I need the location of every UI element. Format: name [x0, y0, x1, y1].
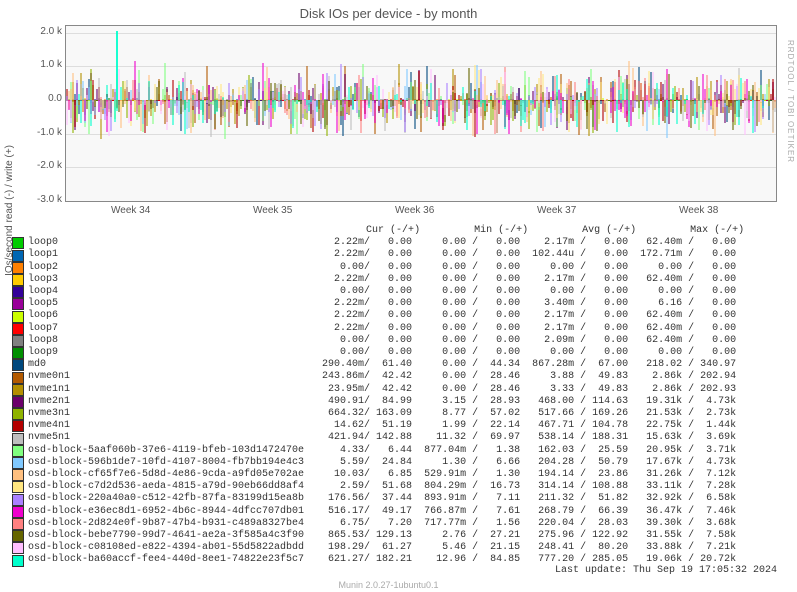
legend-row: md0 290.40m/ 61.40 0.00 / 44.34 867.28m …	[12, 359, 744, 371]
legend-text: osd-block-2d824e0f-9b87-47b4-b931-c489a8…	[28, 518, 736, 530]
legend-text: osd-block-cf65f7e6-5d8d-4e86-9cda-a9fd05…	[28, 469, 736, 481]
legend-text: loop8 0.00/ 0.00 0.00 / 0.00 2.09m / 0.0…	[28, 335, 736, 347]
legend-swatch	[12, 372, 24, 384]
legend-swatch	[12, 347, 24, 359]
legend-row: nvme4n1 14.62/ 51.19 1.99 / 22.14 467.71…	[12, 420, 744, 432]
y-tick: 2.0 k	[17, 26, 62, 37]
legend-text: osd-block-bebe7790-99d7-4641-ae2a-3f585a…	[28, 530, 736, 542]
legend-swatch	[12, 335, 24, 347]
legend-swatch	[12, 530, 24, 542]
legend-row: nvme3n1 664.32/ 163.09 8.77 / 57.02 517.…	[12, 408, 744, 420]
legend-row: loop7 2.22m/ 0.00 0.00 / 0.00 2.17m / 0.…	[12, 323, 744, 335]
legend-swatch	[12, 481, 24, 493]
y-tick: -1.0 k	[17, 127, 62, 138]
legend-swatch	[12, 457, 24, 469]
legend-text: nvme1n1 23.95m/ 42.42 0.00 / 28.46 3.33 …	[28, 384, 736, 396]
x-tick: Week 34	[111, 205, 150, 216]
legend-text: nvme3n1 664.32/ 163.09 8.77 / 57.02 517.…	[28, 408, 736, 420]
legend-text: loop4 0.00/ 0.00 0.00 / 0.00 0.00 / 0.00…	[28, 286, 736, 298]
legend-text: nvme2n1 490.91/ 84.99 3.15 / 28.93 468.0…	[28, 396, 736, 408]
legend-row: osd-block-220a40a0-c512-42fb-87fa-83199d…	[12, 493, 744, 505]
legend-table: Cur (-/+) Min (-/+) Avg (-/+) Max (-/+) …	[12, 225, 744, 567]
last-update: Last update: Thu Sep 19 17:05:32 2024	[555, 565, 777, 576]
y-tick: 0.0	[17, 93, 62, 104]
legend-text: nvme0n1 243.86m/ 42.42 0.00 / 28.46 3.88…	[28, 371, 736, 383]
legend-row: loop1 2.22m/ 0.00 0.00 / 0.00 102.44u / …	[12, 249, 744, 261]
legend-swatch	[12, 311, 24, 323]
legend-swatch	[12, 396, 24, 408]
legend-row: osd-block-cf65f7e6-5d8d-4e86-9cda-a9fd05…	[12, 469, 744, 481]
y-tick: 1.0 k	[17, 59, 62, 70]
legend-text: osd-block-e36ec8d1-6952-4b6c-8944-4dfcc7…	[28, 506, 736, 518]
legend-text: loop6 2.22m/ 0.00 0.00 / 0.00 2.17m / 0.…	[28, 310, 736, 322]
y-tick: -3.0 k	[17, 194, 62, 205]
y-tick: -2.0 k	[17, 160, 62, 171]
legend-text: loop2 0.00/ 0.00 0.00 / 0.00 0.00 / 0.00…	[28, 262, 736, 274]
legend-text: osd-block-220a40a0-c512-42fb-87fa-83199d…	[28, 493, 736, 505]
legend-row: loop6 2.22m/ 0.00 0.00 / 0.00 2.17m / 0.…	[12, 310, 744, 322]
footer-version: Munin 2.0.27-1ubuntu0.1	[0, 580, 777, 590]
legend-row: nvme1n1 23.95m/ 42.42 0.00 / 28.46 3.33 …	[12, 384, 744, 396]
legend-swatch	[12, 408, 24, 420]
legend-text: loop5 2.22m/ 0.00 0.00 / 0.00 3.40m / 0.…	[28, 298, 736, 310]
legend-text: loop7 2.22m/ 0.00 0.00 / 0.00 2.17m / 0.…	[28, 323, 736, 335]
legend-swatch	[12, 323, 24, 335]
legend-swatch	[12, 542, 24, 554]
legend-swatch	[12, 433, 24, 445]
legend-text: osd-block-c08108ed-e822-4394-ab01-55d582…	[28, 542, 736, 554]
rrdtool-label: RRDTOOL / TOBI OETIKER	[786, 40, 795, 163]
legend-swatch	[12, 384, 24, 396]
legend-row: loop4 0.00/ 0.00 0.00 / 0.00 0.00 / 0.00…	[12, 286, 744, 298]
legend-row: nvme0n1 243.86m/ 42.42 0.00 / 28.46 3.88…	[12, 371, 744, 383]
x-tick: Week 35	[253, 205, 292, 216]
x-tick: Week 36	[395, 205, 434, 216]
legend-text: nvme4n1 14.62/ 51.19 1.99 / 22.14 467.71…	[28, 420, 736, 432]
legend-swatch	[12, 262, 24, 274]
legend-text: nvme5n1 421.94/ 142.88 11.32 / 69.97 538…	[28, 432, 736, 444]
legend-text: osd-block-5aaf060b-37e6-4119-bfeb-103d14…	[28, 445, 736, 457]
legend-swatch	[12, 555, 24, 567]
legend-row: loop8 0.00/ 0.00 0.00 / 0.00 2.09m / 0.0…	[12, 335, 744, 347]
legend-text: loop9 0.00/ 0.00 0.00 / 0.00 0.00 / 0.00…	[28, 347, 736, 359]
legend-row: loop3 2.22m/ 0.00 0.00 / 0.00 2.17m / 0.…	[12, 274, 744, 286]
legend-row: loop0 2.22m/ 0.00 0.00 / 0.00 2.17m / 0.…	[12, 237, 744, 249]
legend-swatch	[12, 494, 24, 506]
chart-title: Disk IOs per device - by month	[0, 6, 777, 21]
legend-swatch	[12, 237, 24, 249]
legend-row: nvme5n1 421.94/ 142.88 11.32 / 69.97 538…	[12, 432, 744, 444]
legend-text: md0 290.40m/ 61.40 0.00 / 44.34 867.28m …	[28, 359, 736, 371]
legend-text: osd-block-596b1de7-10fd-4107-8004-fb7bb1…	[28, 457, 736, 469]
legend-swatch	[12, 518, 24, 530]
legend-text: loop3 2.22m/ 0.00 0.00 / 0.00 2.17m / 0.…	[28, 274, 736, 286]
legend-text: loop1 2.22m/ 0.00 0.00 / 0.00 102.44u / …	[28, 249, 736, 261]
legend-row: loop9 0.00/ 0.00 0.00 / 0.00 0.00 / 0.00…	[12, 347, 744, 359]
legend-row: osd-block-e36ec8d1-6952-4b6c-8944-4dfcc7…	[12, 506, 744, 518]
legend-header: Cur (-/+) Min (-/+) Avg (-/+) Max (-/+)	[30, 225, 744, 237]
legend-swatch	[12, 359, 24, 371]
legend-row: osd-block-c08108ed-e822-4394-ab01-55d582…	[12, 542, 744, 554]
legend-swatch	[12, 274, 24, 286]
legend-row: loop5 2.22m/ 0.00 0.00 / 0.00 3.40m / 0.…	[12, 298, 744, 310]
legend-swatch	[12, 420, 24, 432]
legend-text: osd-block-c7d2d536-aeda-4815-a79d-90eb66…	[28, 481, 736, 493]
legend-swatch	[12, 286, 24, 298]
legend-swatch	[12, 469, 24, 481]
x-tick: Week 37	[537, 205, 576, 216]
legend-swatch	[12, 445, 24, 457]
legend-text: loop0 2.22m/ 0.00 0.00 / 0.00 2.17m / 0.…	[28, 237, 736, 249]
legend-row: osd-block-596b1de7-10fd-4107-8004-fb7bb1…	[12, 457, 744, 469]
legend-row: osd-block-c7d2d536-aeda-4815-a79d-90eb66…	[12, 481, 744, 493]
legend-row: osd-block-bebe7790-99d7-4641-ae2a-3f585a…	[12, 530, 744, 542]
legend-swatch	[12, 250, 24, 262]
legend-swatch	[12, 506, 24, 518]
x-tick: Week 38	[679, 205, 718, 216]
legend-row: nvme2n1 490.91/ 84.99 3.15 / 28.93 468.0…	[12, 396, 744, 408]
chart-plot-area	[65, 25, 777, 202]
legend-row: osd-block-5aaf060b-37e6-4119-bfeb-103d14…	[12, 445, 744, 457]
legend-row: osd-block-2d824e0f-9b87-47b4-b931-c489a8…	[12, 518, 744, 530]
legend-swatch	[12, 298, 24, 310]
legend-row: loop2 0.00/ 0.00 0.00 / 0.00 0.00 / 0.00…	[12, 262, 744, 274]
